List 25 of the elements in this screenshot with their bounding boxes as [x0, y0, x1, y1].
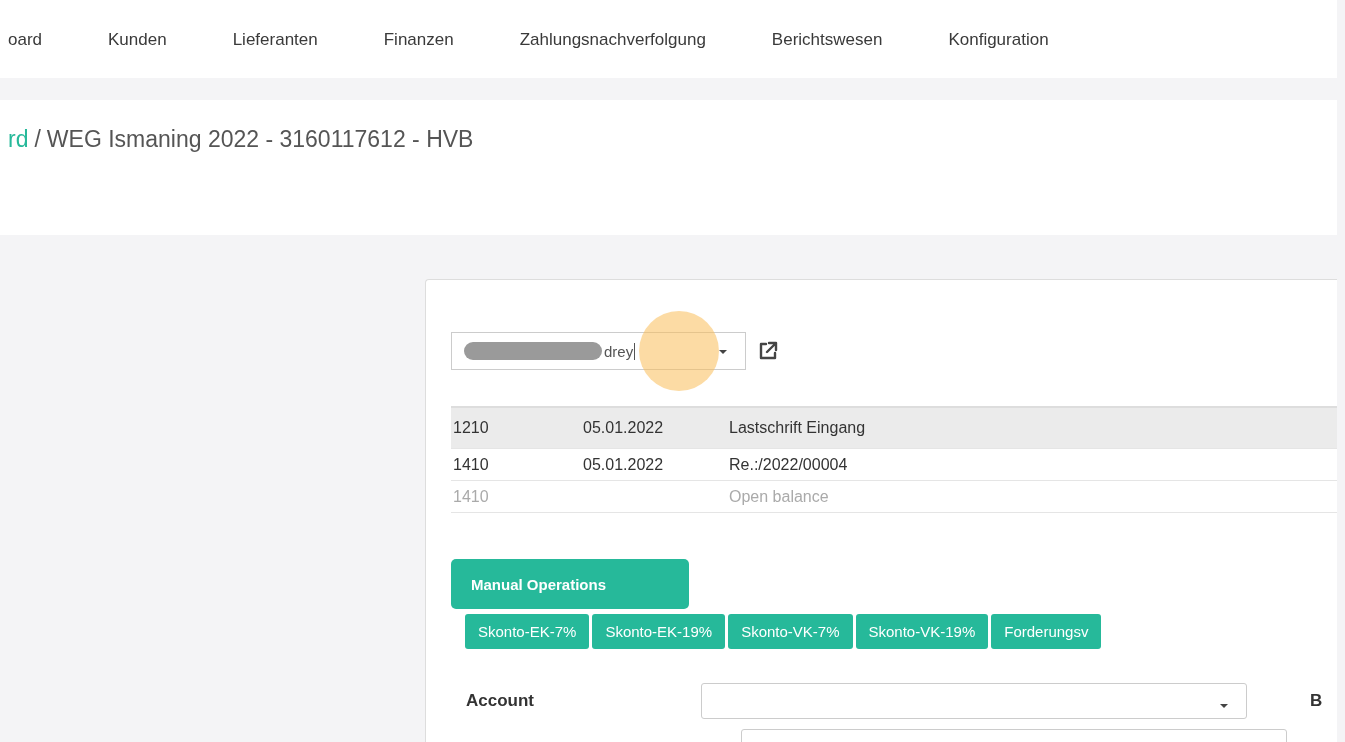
nav-link[interactable]: Zahlungsnachverfolgung [519, 28, 706, 50]
nav-link[interactable]: Lieferanten [232, 28, 318, 50]
partner-select[interactable]: drey [451, 332, 746, 370]
nav-link[interactable]: Konfiguration [948, 28, 1049, 50]
caret-icon [719, 350, 727, 354]
table-cell: Open balance [729, 487, 829, 506]
table-cell-text: 1410 [452, 455, 490, 474]
page-title: WEG Ismaning 2022 - 3160117612 - HVB [46, 126, 474, 153]
field-label: B [1310, 691, 1323, 711]
account-label: Account [466, 691, 535, 711]
nav-link[interactable]: Berichtswesen [771, 28, 883, 50]
breadcrumb-separator: / [34, 126, 41, 153]
caret-icon [1220, 704, 1228, 708]
table-cell: 05.01.2022 [583, 455, 664, 473]
nav-link[interactable]: Finanzen [383, 28, 454, 50]
table-cell: Re.:/2022/00004 [729, 455, 848, 474]
table-cell-text: 1410 [452, 487, 490, 506]
table-row[interactable]: 1210 05.01.2022 Lastschrift Eingang [451, 408, 1337, 449]
table-cell: Lastschrift Eingang [729, 419, 866, 437]
nav-link[interactable]: oard [8, 28, 43, 50]
nav-link[interactable]: Kunden [108, 28, 167, 50]
table-cell-text: 1210 [452, 419, 490, 437]
table-cell: 05.01.2022 [583, 419, 664, 436]
account-select[interactable] [701, 683, 1247, 719]
table-row[interactable]: 1410 05.01.2022 Re.:/2022/00004 [451, 449, 1337, 481]
